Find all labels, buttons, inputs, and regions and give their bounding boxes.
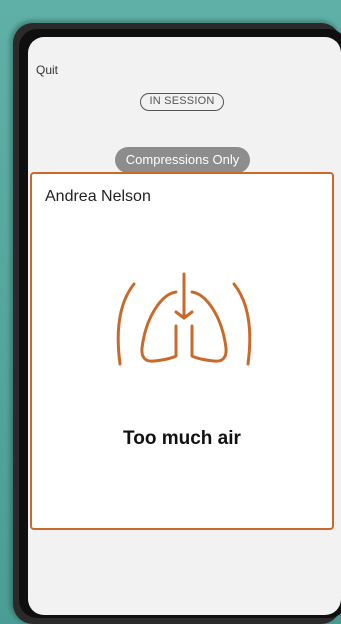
status-message: Too much air <box>123 428 241 449</box>
lungs-icon <box>116 272 252 366</box>
patient-name: Andrea Nelson <box>45 188 151 205</box>
patient-card: Andrea Nelson Too much air <box>30 172 334 530</box>
session-status-badge: IN SESSION <box>140 93 224 111</box>
app-screen: Quit IN SESSION Compressions Only Andrea… <box>28 37 341 615</box>
device-frame: Quit IN SESSION Compressions Only Andrea… <box>13 23 341 624</box>
quit-button[interactable]: Quit <box>36 63 58 77</box>
mode-badge: Compressions Only <box>115 147 250 173</box>
